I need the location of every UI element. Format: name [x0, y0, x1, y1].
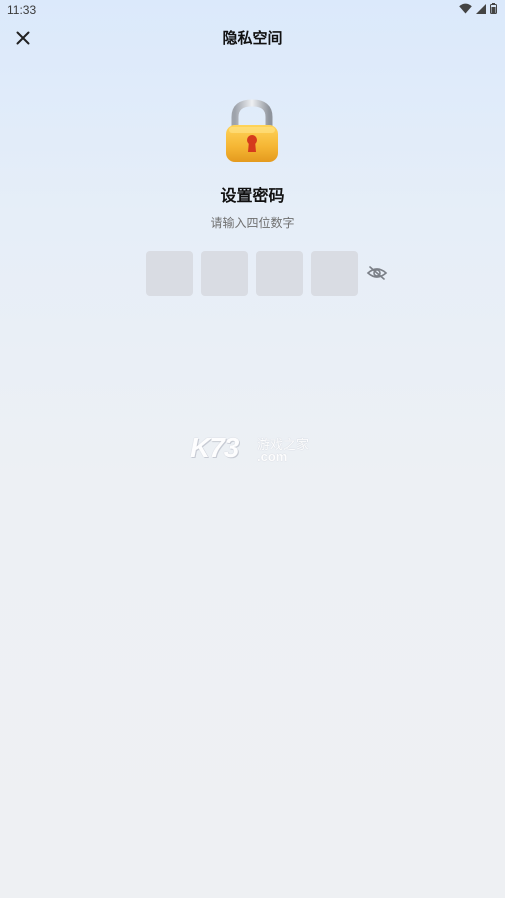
pin-digit-3[interactable] — [256, 251, 303, 296]
pin-digit-1[interactable] — [146, 251, 193, 296]
setup-password-heading: 设置密码 — [220, 186, 285, 205]
page-title: 隐私空间 — [222, 29, 283, 47]
padlock-icon — [221, 99, 283, 165]
status-icons — [459, 3, 497, 14]
wifi-icon — [459, 3, 472, 14]
status-time: 11:33 — [7, 3, 37, 17]
watermark-main: K73 — [190, 432, 239, 463]
password-hint: 请输入四位数字 — [210, 216, 295, 230]
eye-off-icon — [366, 266, 388, 286]
signal-icon — [476, 3, 486, 14]
pin-input[interactable] — [146, 251, 358, 296]
toggle-visibility-button[interactable] — [366, 264, 388, 282]
pin-digit-4[interactable] — [311, 251, 358, 296]
nav-bar: 隐私空间 — [0, 22, 505, 54]
watermark-domain: .com — [257, 449, 288, 464]
status-bar: 11:33 — [0, 0, 505, 22]
battery-icon — [490, 3, 497, 14]
pin-digit-2[interactable] — [201, 251, 248, 296]
watermark-logo: K73 游戏之家 .com — [190, 432, 320, 468]
